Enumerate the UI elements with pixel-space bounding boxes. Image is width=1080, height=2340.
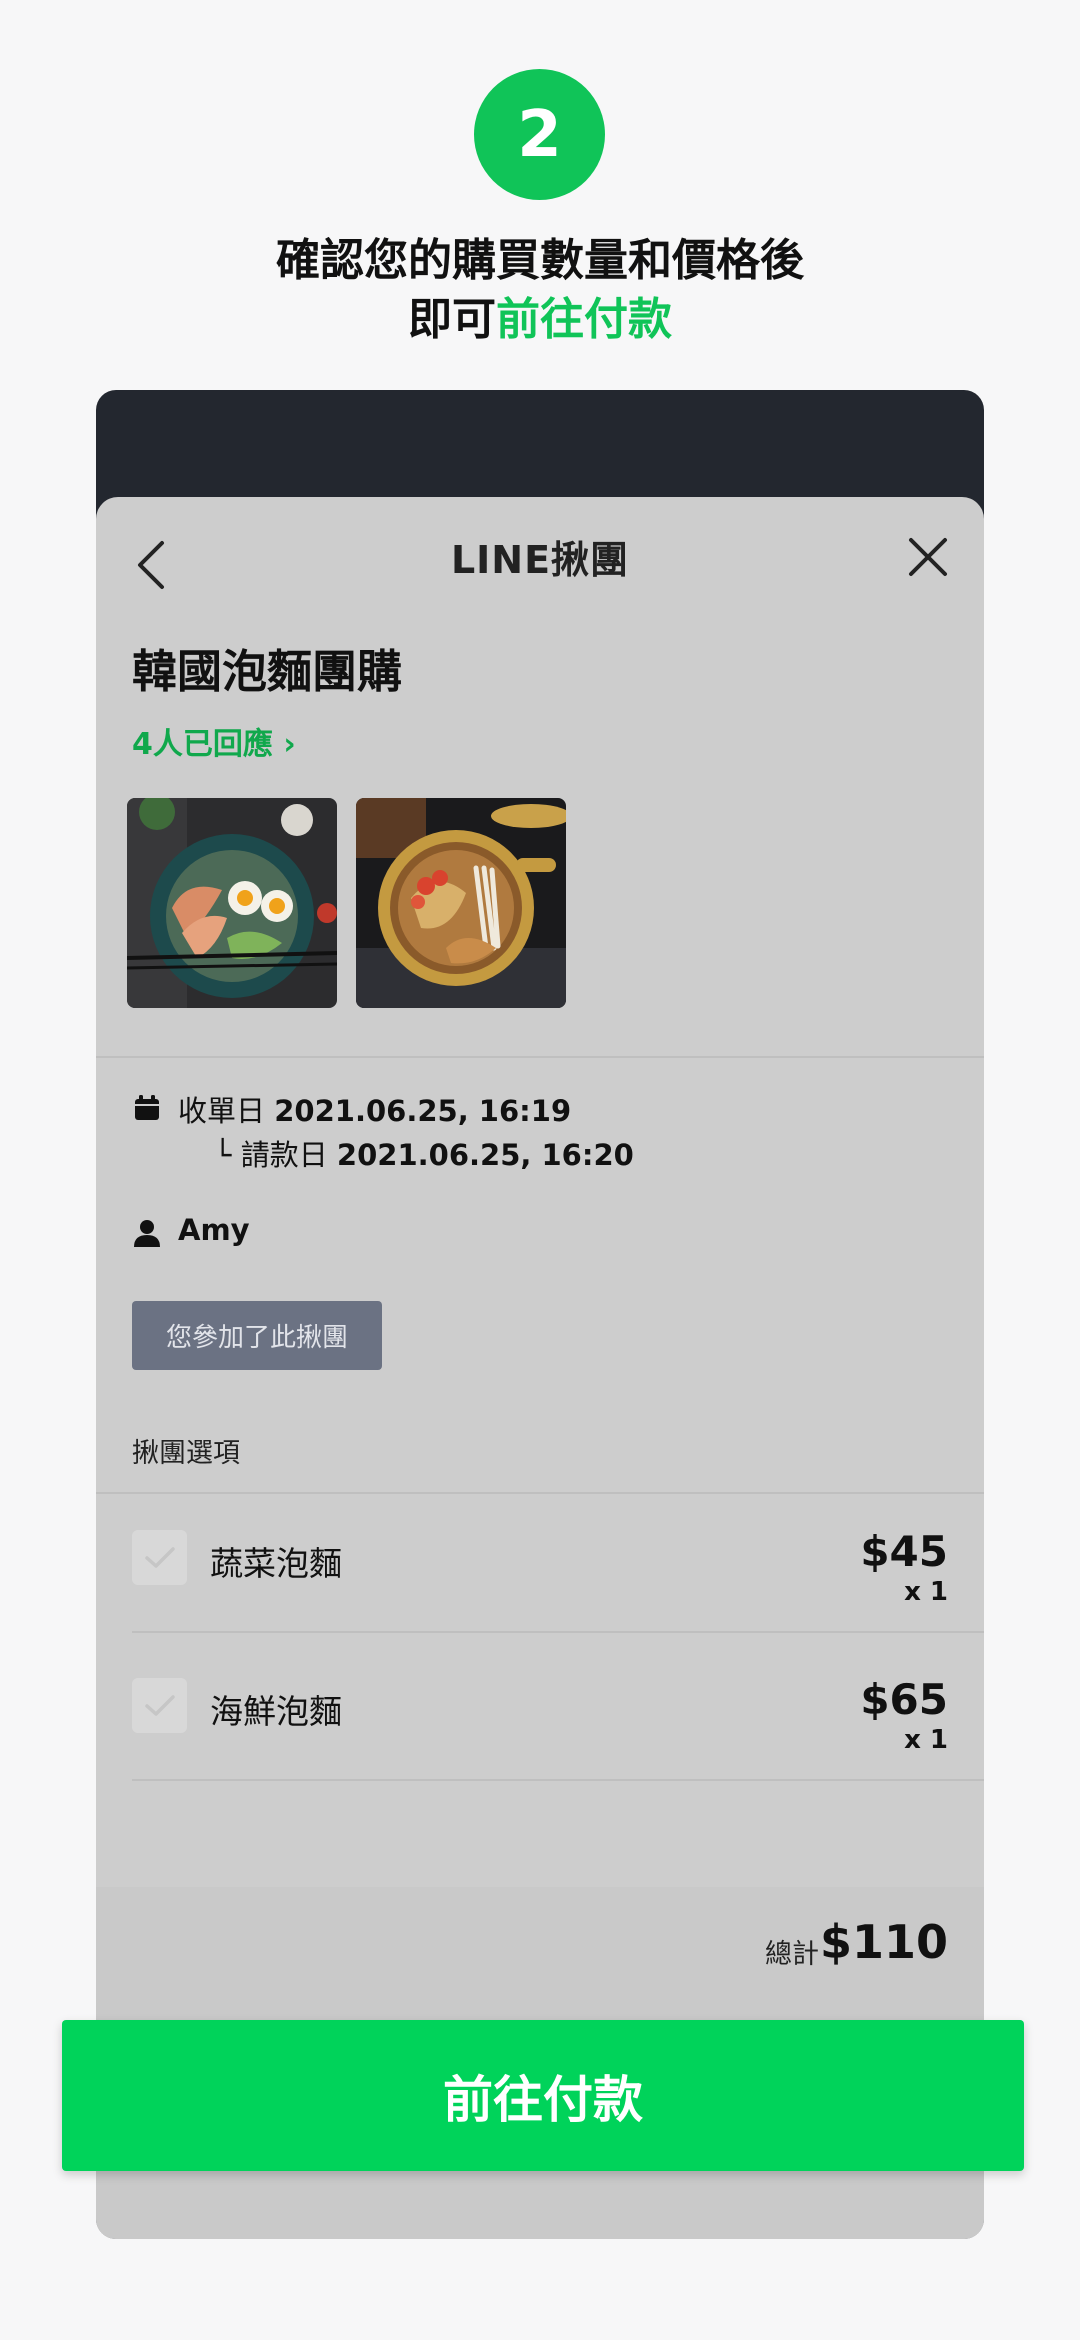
calendar-icon (135, 1095, 159, 1120)
total-label: 總計 (765, 1939, 819, 1970)
pay-date-value: 2021.06.25, 16:20 (336, 1138, 634, 1172)
option-checkbox[interactable] (132, 1530, 187, 1585)
instruction-highlight: 前往付款 (496, 294, 672, 345)
instruction-line-1: 確認您的購買數量和價格後 (276, 235, 804, 286)
proceed-to-payment-button[interactable]: 前往付款 (62, 2020, 1024, 2171)
close-date-row: 收單日 2021.06.25, 16:19 (178, 1088, 571, 1130)
pay-date-row: └ 請款日 2021.06.25, 16:20 (214, 1132, 634, 1174)
header-title: LINE揪團 (450, 538, 630, 582)
pay-date-label: 請款日 (240, 1138, 328, 1172)
food-photo-ramen-pot[interactable] (356, 798, 566, 1008)
option-quantity: x 1 (904, 1725, 948, 1755)
group-sheet: LINE揪團 韓國泡麵團購 4人已回應 › 收單日 2021.06.25, 16… (96, 497, 984, 2239)
instruction-prefix: 即可 (408, 294, 496, 345)
divider (132, 1631, 984, 1633)
organizer-name: Amy (178, 1213, 250, 1247)
divider (96, 1492, 984, 1494)
joined-status-button[interactable]: 您參加了此揪團 (132, 1301, 382, 1370)
total-value: $110 (819, 1915, 948, 1969)
food-photo-ramen-bowl[interactable] (127, 798, 337, 1008)
option-checkbox[interactable] (132, 1678, 187, 1733)
divider (96, 1056, 984, 1058)
option-quantity: x 1 (904, 1577, 948, 1607)
close-date-label: 收單日 (178, 1094, 266, 1128)
option-name: 海鮮泡麵 (210, 1692, 342, 1731)
check-icon (144, 1546, 175, 1568)
close-icon[interactable] (908, 537, 948, 577)
user-icon (134, 1220, 160, 1247)
step-badge: 2 (474, 69, 605, 200)
responses-link[interactable]: 4人已回應 › (132, 719, 296, 763)
check-icon (144, 1694, 175, 1716)
option-price: $45 (860, 1527, 948, 1576)
instruction-line-2: 即可前往付款 (0, 283, 1080, 347)
close-date-value: 2021.06.25, 16:19 (274, 1094, 572, 1128)
group-title: 韓國泡麵團購 (132, 645, 403, 698)
pay-date-prefix: └ (214, 1138, 232, 1172)
option-price: $65 (860, 1675, 948, 1724)
option-name: 蔬菜泡麵 (210, 1544, 342, 1583)
options-label: 揪團選項 (132, 1438, 240, 1469)
divider (132, 1779, 984, 1781)
phone-mockup: LINE揪團 韓國泡麵團購 4人已回應 › 收單日 2021.06.25, 16… (96, 390, 984, 2239)
